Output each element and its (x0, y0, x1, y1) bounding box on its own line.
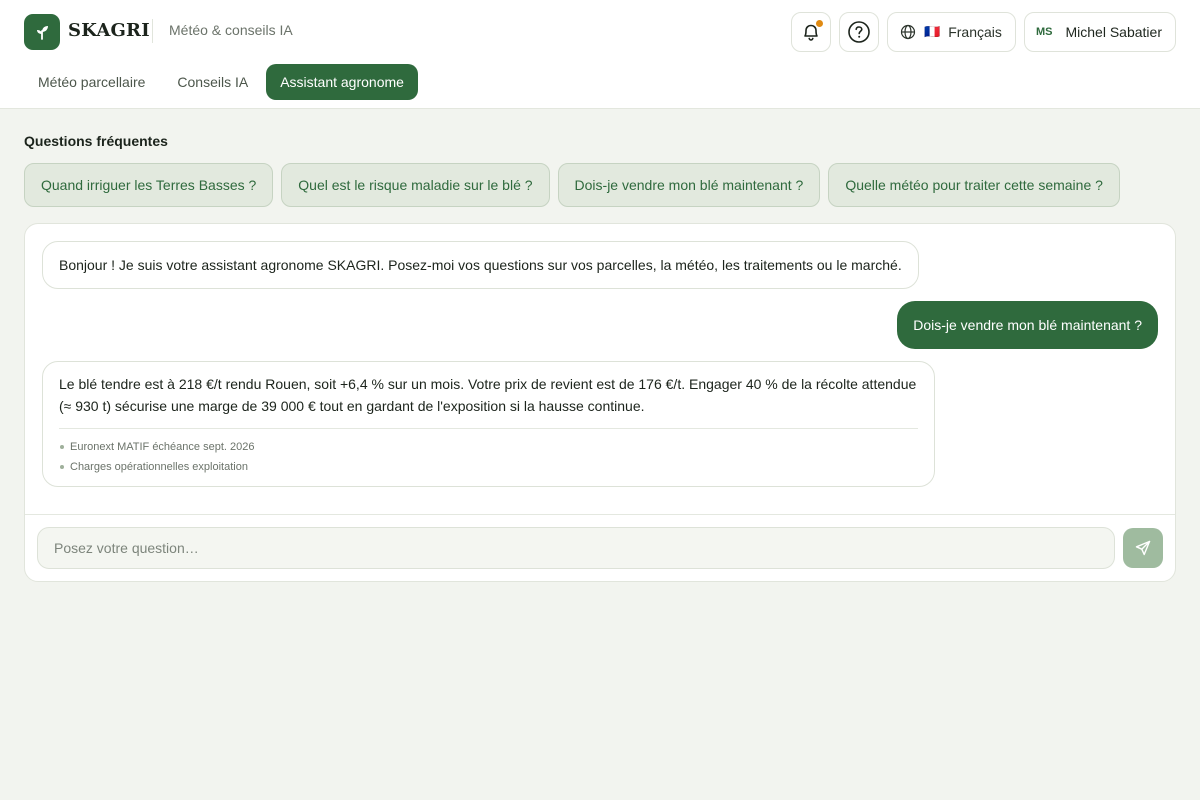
source-item: Euronext MATIF échéance sept. 2026 (59, 437, 918, 457)
tab-bar: Météo parcellaire Conseils IA Assistant … (24, 64, 422, 100)
notification-badge (816, 20, 823, 27)
flag-icon: 🇫🇷 (924, 24, 941, 39)
question-input[interactable] (37, 527, 1115, 569)
bullet-icon (60, 465, 64, 469)
user-name: Michel Sabatier (1065, 24, 1163, 40)
logo-icon[interactable] (24, 14, 60, 50)
assistant-message: Bonjour ! Je suis votre assistant agrono… (42, 241, 919, 289)
faq-chip[interactable]: Quand irriguer les Terres Basses ? (24, 163, 274, 207)
message-sources: Euronext MATIF échéance sept. 2026 Charg… (59, 428, 918, 477)
top-bar: SKAGRI Météo & conseils IA 🇫🇷 Français M… (0, 0, 1200, 109)
brand-name: SKAGRI (68, 20, 150, 41)
assistant-message: Le blé tendre est à 218 €/t rendu Rouen,… (42, 361, 935, 487)
tab-assistant-agronome[interactable]: Assistant agronome (266, 64, 418, 100)
bullet-icon (60, 445, 64, 449)
faq-chip[interactable]: Dois-je vendre mon blé maintenant ? (557, 163, 821, 207)
source-label: Charges opérationnelles exploitation (70, 461, 248, 473)
chat-panel: Bonjour ! Je suis votre assistant agrono… (24, 223, 1176, 582)
brand-divider (152, 19, 153, 43)
language-label: Français (948, 24, 1002, 40)
avatar: MS (1036, 26, 1053, 38)
tab-meteo-parcellaire[interactable]: Météo parcellaire (24, 64, 159, 100)
send-button[interactable] (1123, 528, 1163, 568)
composer (25, 514, 1175, 582)
globe-icon (900, 24, 916, 40)
source-item: Charges opérationnelles exploitation (59, 457, 918, 477)
send-icon (1135, 540, 1151, 556)
language-selector[interactable]: 🇫🇷 Français (887, 12, 1016, 52)
faq-chip[interactable]: Quelle météo pour traiter cette semaine … (828, 163, 1120, 207)
assistant-message-text: Le blé tendre est à 218 €/t rendu Rouen,… (59, 376, 917, 414)
source-label: Euronext MATIF échéance sept. 2026 (70, 441, 255, 453)
tab-conseils-ia[interactable]: Conseils IA (163, 64, 262, 100)
help-circle-icon (848, 21, 870, 43)
app-subtitle: Météo & conseils IA (169, 22, 293, 38)
notifications-button[interactable] (791, 12, 831, 52)
faq-chip[interactable]: Quel est le risque maladie sur le blé ? (281, 163, 550, 207)
faq-chips: Quand irriguer les Terres Basses ? Quel … (24, 163, 1128, 207)
help-button[interactable] (839, 12, 879, 52)
user-message: Dois-je vendre mon blé maintenant ? (897, 301, 1158, 349)
faq-title: Questions fréquentes (24, 133, 168, 149)
user-menu[interactable]: MS Michel Sabatier (1024, 12, 1176, 52)
